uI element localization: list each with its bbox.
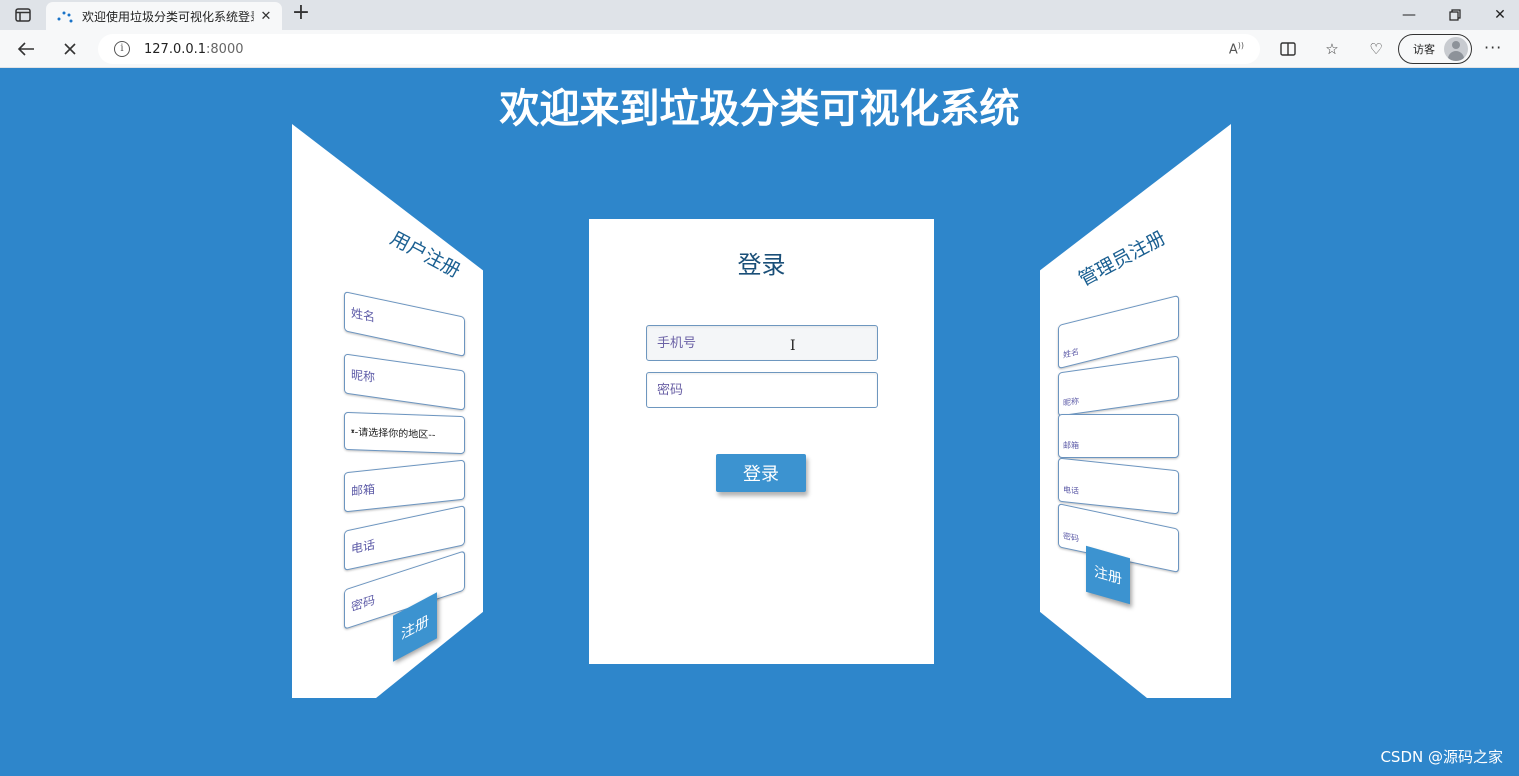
admin-nickname-field[interactable]: 昵称	[1058, 355, 1179, 417]
browser-toolbar: i 127.0.0.1:8000 A)) ☆ ♡ 访客 ···	[0, 30, 1519, 68]
user-name-field[interactable]: 姓名	[344, 291, 465, 357]
user-register-title: 用户注册	[386, 227, 465, 283]
profile-label: 访客	[1413, 43, 1435, 56]
user-region-select[interactable]: --请选择你的地区-- ▾	[344, 411, 465, 455]
site-info-icon[interactable]: i	[114, 41, 130, 57]
loading-icon	[56, 9, 74, 23]
new-tab-button[interactable]: +	[290, 0, 312, 25]
stop-icon	[64, 43, 76, 55]
stop-loading-button[interactable]	[56, 36, 84, 62]
heart-pulse-icon: ♡	[1369, 40, 1383, 58]
avatar-icon	[1444, 37, 1468, 61]
profile-button[interactable]: 访客	[1398, 34, 1472, 64]
login-title: 登录	[737, 251, 786, 279]
tab-actions-button[interactable]	[8, 5, 38, 25]
phone-input[interactable]	[646, 325, 878, 361]
tab-title: 欢迎使用垃圾分类可视化系统登录	[82, 9, 254, 24]
split-screen-button[interactable]	[1278, 39, 1298, 59]
address-url: 127.0.0.1:8000	[144, 41, 244, 57]
plus-icon: +	[291, 0, 311, 25]
browser-essentials-button[interactable]: ♡	[1366, 39, 1386, 59]
read-aloud-icon[interactable]: A))	[1229, 41, 1244, 57]
admin-register-title: 管理员注册	[1075, 226, 1170, 291]
admin-email-field[interactable]: 邮箱	[1058, 414, 1179, 458]
split-screen-icon	[1280, 42, 1296, 56]
minimize-icon: —	[1402, 7, 1416, 23]
back-arrow-icon	[17, 42, 34, 56]
close-icon: ✕	[1494, 7, 1506, 23]
close-window-button[interactable]: ✕	[1477, 0, 1519, 30]
watermark: CSDN @源码之家	[1380, 748, 1503, 766]
minimize-button[interactable]: —	[1386, 0, 1432, 30]
password-input[interactable]	[646, 372, 878, 408]
more-icon: ···	[1484, 38, 1503, 57]
user-email-field[interactable]: 邮箱	[344, 459, 465, 513]
tab-close-icon[interactable]: ✕	[258, 9, 274, 24]
login-panel: 登录	[589, 219, 934, 664]
restore-icon	[1449, 9, 1461, 21]
tab-actions-icon	[15, 8, 31, 22]
tab-bar: 欢迎使用垃圾分类可视化系统登录 ✕ + — ✕	[0, 0, 1519, 30]
user-nickname-field[interactable]: 昵称	[344, 353, 465, 411]
favorites-button[interactable]: ☆	[1322, 39, 1342, 59]
admin-phone-field[interactable]: 电话	[1058, 457, 1179, 515]
restore-button[interactable]	[1432, 0, 1478, 30]
back-button[interactable]	[12, 36, 40, 62]
settings-more-button[interactable]: ···	[1484, 38, 1502, 57]
address-bar[interactable]: i 127.0.0.1:8000 A))	[98, 34, 1260, 64]
admin-register-panel: 管理员注册 姓名 昵称 邮箱 电话 密码 注册	[1040, 124, 1231, 698]
user-register-panel: 用户注册 姓名 昵称 --请选择你的地区-- ▾ 邮箱 电话 密码 注册	[292, 124, 483, 698]
browser-tab[interactable]: 欢迎使用垃圾分类可视化系统登录 ✕	[46, 2, 282, 30]
text-cursor-icon: I	[790, 338, 796, 354]
page-title: 欢迎来到垃圾分类可视化系统	[499, 86, 1020, 132]
login-button[interactable]: 登录	[716, 454, 806, 492]
favorites-star-icon: ☆	[1325, 40, 1339, 58]
